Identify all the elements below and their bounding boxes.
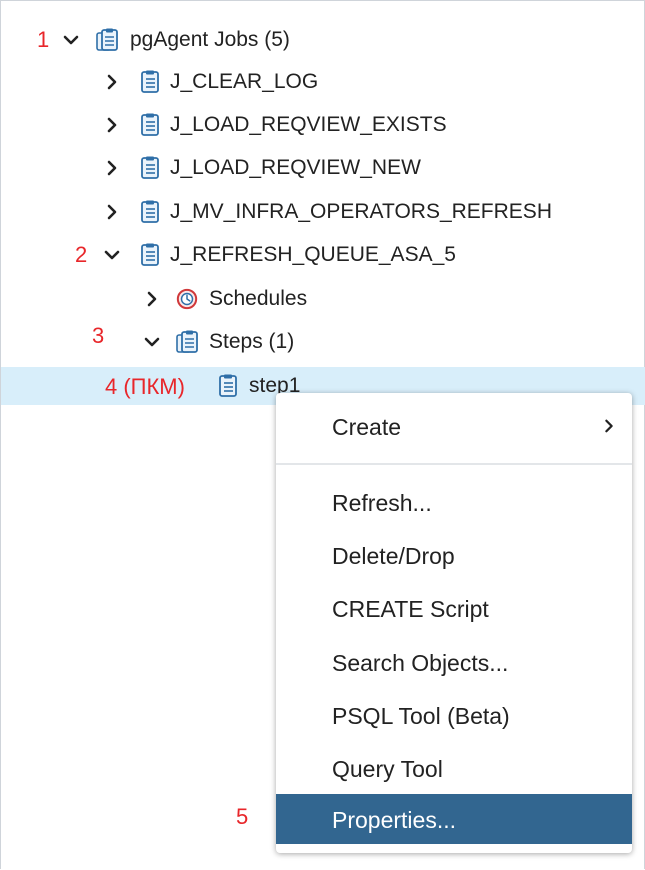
tree-node-steps[interactable]: 3 Steps (1) [1, 320, 645, 364]
chevron-right-icon[interactable] [104, 204, 120, 220]
tree-node-job[interactable]: J_LOAD_REQVIEW_NEW [1, 146, 645, 190]
chevron-right-icon[interactable] [104, 160, 120, 176]
tree-node-label: Schedules [209, 287, 308, 310]
menu-item-properties[interactable]: Properties... [276, 794, 632, 844]
chevron-down-icon[interactable] [144, 334, 160, 350]
menu-item-refresh[interactable]: Refresh... [276, 477, 632, 527]
tree-node-job[interactable]: J_CLEAR_LOG [1, 60, 645, 104]
chevron-right-icon[interactable] [144, 291, 160, 307]
chevron-down-icon[interactable] [104, 247, 120, 263]
menu-item-label: Query Tool [332, 756, 443, 782]
annotation-4: 4 (ПКМ) [105, 374, 185, 399]
tree-node-label: pgAgent Jobs (5) [130, 28, 290, 51]
menu-item-delete-drop[interactable]: Delete/Drop [276, 530, 632, 580]
chevron-right-icon[interactable] [104, 117, 120, 133]
job-icon [141, 156, 159, 179]
annotation-1: 1 [37, 27, 50, 52]
menu-item-label: CREATE Script [332, 596, 489, 622]
schedule-clock-icon [176, 288, 198, 310]
menu-separator [276, 463, 632, 465]
annotation-5: 5 [236, 804, 249, 829]
menu-item-create-script[interactable]: CREATE Script [276, 583, 632, 633]
menu-item-label: PSQL Tool (Beta) [332, 703, 510, 729]
steps-collection-icon [176, 330, 198, 353]
job-icon [141, 243, 159, 266]
job-icon [141, 113, 159, 136]
chevron-right-icon [605, 419, 613, 433]
job-icon [141, 70, 159, 93]
annotation-2: 2 [75, 242, 88, 267]
tree-node-job[interactable]: J_MV_INFRA_OPERATORS_REFRESH [1, 190, 645, 234]
job-icon [141, 200, 159, 223]
tree-node-label: J_MV_INFRA_OPERATORS_REFRESH [170, 200, 552, 223]
menu-item-label: Refresh... [332, 490, 432, 516]
step-icon [219, 374, 237, 397]
menu-item-label: Delete/Drop [332, 543, 455, 569]
menu-item-query-tool[interactable]: Query Tool [276, 743, 632, 793]
menu-item-search-objects[interactable]: Search Objects... [276, 637, 632, 687]
menu-item-label: Search Objects... [332, 650, 509, 676]
menu-item-psql-tool[interactable]: PSQL Tool (Beta) [276, 690, 632, 740]
chevron-down-icon[interactable] [63, 32, 79, 48]
annotation-3: 3 [92, 323, 105, 348]
menu-item-label: Properties... [332, 807, 456, 833]
tree-node-job-expanded[interactable]: 2 J_REFRESH_QUEUE_ASA_5 [1, 233, 645, 277]
tree-node-label: J_REFRESH_QUEUE_ASA_5 [170, 243, 456, 266]
menu-item-create[interactable]: Create [276, 401, 632, 451]
menu-item-label: Create [332, 414, 402, 440]
tree-node-job[interactable]: J_LOAD_REQVIEW_EXISTS [1, 103, 645, 147]
tree-node-label: Steps (1) [209, 330, 295, 353]
tree-node-schedules[interactable]: Schedules [1, 277, 645, 321]
context-menu: Create Refresh... Delete/Drop CREATE Scr… [276, 393, 632, 853]
chevron-right-icon[interactable] [104, 74, 120, 90]
tree-node-pgagent-jobs[interactable]: 1 pgAgent Jobs (5) [1, 18, 645, 62]
jobs-collection-icon [96, 28, 118, 51]
tree-node-label: J_LOAD_REQVIEW_NEW [170, 156, 421, 179]
tree-node-label: J_CLEAR_LOG [170, 70, 319, 93]
tree-node-label: J_LOAD_REQVIEW_EXISTS [170, 113, 447, 136]
